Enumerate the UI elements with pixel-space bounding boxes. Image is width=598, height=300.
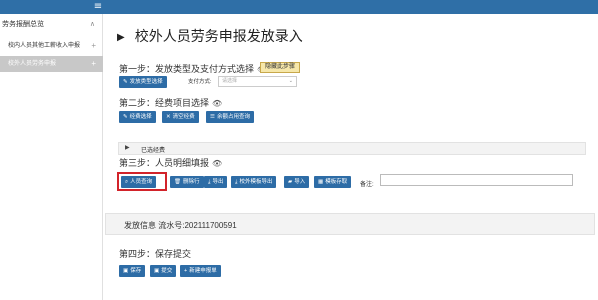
sidebar-item-external-labor[interactable]: 校外人员劳务申报 + <box>0 56 103 72</box>
pay-method-label: 支付方式: <box>188 79 212 85</box>
selected-funds-panel[interactable]: ▶ 已选经费 <box>118 142 586 155</box>
sidebar-item-label: 校内人员其他工薪收入申报 <box>8 43 81 49</box>
top-bar: ≡ <box>0 0 598 14</box>
download-icon: ⤓ <box>208 179 211 185</box>
hide-step-button[interactable]: 隐藏此步骤 <box>260 62 301 73</box>
plus-icon: + <box>91 59 96 68</box>
list-icon: ☰ <box>210 114 215 120</box>
save-icon: ▣ <box>123 268 129 274</box>
hamburger-menu-icon[interactable]: ≡ <box>93 2 103 12</box>
pay-method-select[interactable]: 请选择 ⌄ <box>218 76 297 87</box>
download-icon: ⤓ <box>235 179 238 185</box>
sidebar: 劳务报酬总览 ∧ 校内人员其他工薪收入申报 + 校外人员劳务申报 + <box>0 14 103 300</box>
page-title: ▶ 校外人员劳务申报发放录入 <box>117 28 303 44</box>
edit-icon: ✎ <box>123 114 128 120</box>
sidebar-header-label: 劳务报酬总览 <box>2 21 44 28</box>
step1-title: 第一步：发放类型及支付方式选择👁 <box>119 62 267 75</box>
payment-info-panel: 发放信息 流水号:202111700591 <box>105 213 595 235</box>
chevron-down-icon: ⌄ <box>288 78 293 84</box>
new-application-button[interactable]: + 新建申报单 <box>180 265 221 277</box>
step2-title: 第二步：经费项目选择 👁 <box>119 98 223 108</box>
caret-right-icon: ▶ <box>125 145 130 151</box>
sidebar-header[interactable]: 劳务报酬总览 ∧ <box>0 18 103 32</box>
folder-icon: ▰ <box>288 179 293 185</box>
delete-row-button[interactable]: 🗑 删除行 <box>170 176 204 188</box>
template-save-button[interactable]: ▦ 模板存取 <box>314 176 352 188</box>
plus-icon: + <box>184 268 188 274</box>
person-query-button[interactable]: ⌕ 人员查询 <box>121 176 157 188</box>
eye-icon[interactable]: 👁 <box>212 159 222 168</box>
fund-clear-button[interactable]: ✕ 清空经费 <box>162 111 199 123</box>
export-button[interactable]: ⤓ 导出 <box>204 176 228 188</box>
table-icon: ▦ <box>318 179 324 185</box>
plus-icon: + <box>91 41 96 50</box>
sidebar-item-internal-income[interactable]: 校内人员其他工薪收入申报 + <box>0 38 103 54</box>
remark-label: 备注: <box>360 182 374 188</box>
submit-button[interactable]: ▣ 提交 <box>150 265 177 277</box>
sidebar-item-label: 校外人员劳务申报 <box>8 61 57 67</box>
fund-select-button[interactable]: ✎ 经费选择 <box>119 111 156 123</box>
save-icon: ▣ <box>154 268 160 274</box>
save-button[interactable]: ▣ 保存 <box>119 265 146 277</box>
close-icon: ✕ <box>166 114 171 120</box>
search-icon: ⌕ <box>125 179 129 185</box>
payment-info-text: 发放信息 流水号:202111700591 <box>124 221 237 230</box>
step4-title: 第四步：保存提交 <box>119 249 192 259</box>
trash-icon: 🗑 <box>174 179 181 185</box>
remark-input[interactable] <box>380 174 573 186</box>
type-select-button[interactable]: ✎ 发放类型选择 <box>119 76 167 88</box>
import-button[interactable]: ▰ 导入 <box>284 176 310 188</box>
main-content: ▶校外人员劳务申报发放录入 第一步：发放类型及支付方式选择👁 隐藏此步骤 ✎发放… <box>103 14 598 300</box>
eye-icon[interactable]: 👁 <box>212 99 222 108</box>
template-export-button[interactable]: ⤓ 校外模板导出 <box>231 176 277 188</box>
balance-query-button[interactable]: ☰ 余额占用查询 <box>206 111 254 123</box>
chevron-up-icon: ∧ <box>89 21 95 28</box>
selected-funds-label: 已选经费 <box>141 148 166 154</box>
step3-title: 第三步：人员明细填报 👁 <box>119 158 223 168</box>
edit-icon: ✎ <box>123 79 128 85</box>
caret-right-icon: ▶ <box>117 32 125 43</box>
